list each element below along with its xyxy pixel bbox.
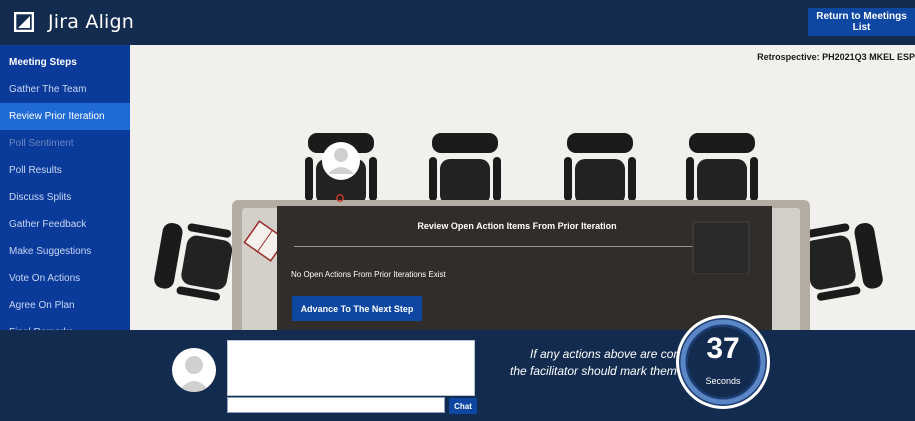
timer-unit: Seconds [705, 376, 741, 386]
meeting-room: Retrospective: PH2021Q3 MKEL ESP Review … [130, 45, 915, 330]
advance-next-step-button[interactable]: Advance To The Next Step [292, 296, 422, 321]
dialog-title: Review Open Action Items From Prior Iter… [417, 221, 617, 231]
sidebar-item-final-remarks[interactable]: Final Remarks [0, 319, 130, 330]
no-actions-message: No Open Actions From Prior Iterations Ex… [291, 270, 446, 279]
countdown-timer: 37 Seconds [675, 314, 771, 410]
dialog-divider [294, 246, 749, 247]
sidebar-item-poll-results[interactable]: Poll Results [0, 157, 130, 184]
sidebar-item-gather-feedback[interactable]: Gather Feedback [0, 211, 130, 238]
sidebar-item-make-suggestions[interactable]: Make Suggestions [0, 238, 130, 265]
chat-input[interactable] [227, 397, 445, 413]
user-avatar-icon [178, 356, 210, 392]
sidebar-item-discuss-splits[interactable]: Discuss Splits [0, 184, 130, 211]
chat-messages [227, 340, 475, 396]
return-to-meetings-button[interactable]: Return to Meetings List [808, 8, 915, 36]
chat-send-button[interactable]: Chat [449, 398, 477, 414]
sidebar-item-poll-sentiment: Poll Sentiment [9, 138, 74, 149]
sidebar-item-agree-on-plan[interactable]: Agree On Plan [0, 292, 130, 319]
sidebar-item-vote-on-actions[interactable]: Vote On Actions [0, 265, 130, 292]
sidebar-item-gather-the-team[interactable]: Gather The Team [0, 76, 130, 103]
meeting-steps-sidebar: Meeting Steps Gather The Team Review Pri… [0, 45, 130, 330]
retrospective-title: Retrospective: PH2021Q3 MKEL ESP [757, 52, 915, 62]
facilitator-notice-line2: the facilitator should mark them [510, 364, 677, 378]
facilitator-notice-line1: If any actions above are con [530, 347, 681, 361]
brand-name: Jira Align [48, 11, 135, 33]
review-actions-dialog: Review Open Action Items From Prior Iter… [277, 206, 772, 330]
sidebar-item-review-prior-iteration[interactable]: Review Prior Iteration [0, 103, 130, 130]
chat-bar: Chat If any actions above are con the fa… [0, 315, 915, 421]
app-header: Jira Align Return to Meetings List [0, 0, 915, 45]
sidebar-title: Meeting Steps [9, 57, 77, 68]
user-avatar [172, 348, 216, 392]
timer-value: 37 [706, 332, 740, 365]
laptop-icon [692, 221, 750, 274]
jira-align-logo-icon [14, 12, 34, 32]
